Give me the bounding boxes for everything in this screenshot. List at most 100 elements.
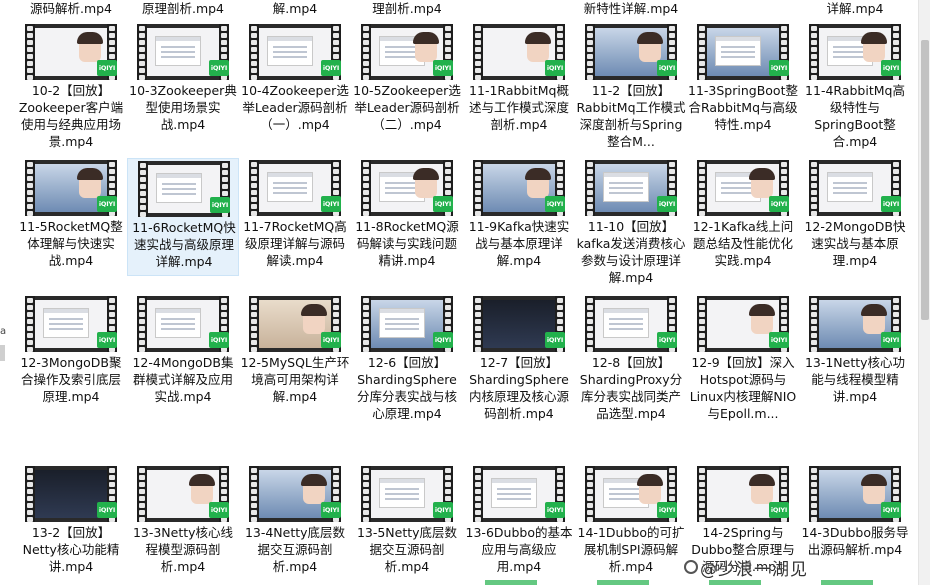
video-file-item[interactable]: iQIYI 11-1RabbitMq概述与工作模式深度剖析.mp4 [463, 22, 575, 140]
video-file-name: 11-1RabbitMq概述与工作模式深度剖析.mp4 [468, 83, 569, 132]
screen-capture-window [156, 173, 202, 203]
film-sprocket [361, 24, 371, 80]
video-thumbnail: iQIYI [25, 466, 117, 522]
previous-file-label[interactable]: 源码解析.mp4 [15, 0, 127, 17]
video-file-item[interactable]: iQIYI 12-4MongoDB集群模式详解及应用实战.mp4 [127, 294, 239, 412]
video-file-item[interactable]: iQIYI 13-3Netty核心线程模型源码剖析.mp4 [127, 464, 239, 582]
video-thumbnail: iQIYI [473, 466, 565, 522]
presenter-avatar [861, 474, 887, 504]
previous-file-label[interactable]: 新特性详解.mp4 [575, 0, 687, 17]
video-file-item[interactable]: iQIYI 12-3MongoDB聚合操作及索引底层原理.mp4 [15, 294, 127, 412]
video-file-item[interactable]: iQIYI 13-5Netty底层数据交互源码剖析.mp4 [351, 464, 463, 582]
video-file-name: 13-1Netty核心功能与线程模型精讲.mp4 [804, 355, 906, 404]
video-file-name: 11-5RocketMQ整体理解与快速实战.mp4 [19, 219, 123, 268]
previous-row-labels: 源码解析.mp4 原理剖析.mp4 解.mp4 理剖析.mp4 新特性详解.mp4 详解.… [0, 0, 918, 16]
video-file-item[interactable]: iQIYI 14-1Dubbo的可扩展机制SPI源码解析.mp4 [575, 464, 687, 582]
iqiyi-badge-icon: iQIYI [97, 502, 117, 518]
video-file-name: 10-3Zookeeper典型使用场景实战.mp4 [129, 83, 237, 132]
iqiyi-badge-icon: iQIYI [545, 60, 565, 76]
video-file-item[interactable]: iQIYI 12-2MongoDB快速实战与基本原理.mp4 [799, 158, 911, 276]
video-file-item[interactable]: iQIYI 10-5Zookeeper选举Leader源码剖析（二）.mp4 [351, 22, 463, 140]
presenter-avatar [413, 32, 439, 62]
video-thumbnail: iQIYI [809, 296, 901, 352]
video-file-item[interactable]: iQIYI 11-10【回放】kafka发送消费核心参数与设计原理详解.mp4 [575, 158, 687, 285]
video-thumbnail: iQIYI [585, 466, 677, 522]
video-file-item[interactable]: iQIYI 11-2【回放】RabbitMq工作模式深度剖析与Spring整合M.… [575, 22, 687, 149]
video-file-item[interactable]: iQIYI 12-6【回放】ShardingSphere分库分表实战与核心原理.m… [351, 294, 463, 421]
iqiyi-badge-icon: iQIYI [881, 502, 901, 518]
film-sprocket [585, 466, 595, 522]
scrollbar-thumb[interactable] [921, 40, 929, 320]
video-file-item[interactable]: iQIYI 11-9Kafka快速实战与基本原理详解.mp4 [463, 158, 575, 276]
video-file-item[interactable]: iQIYI 14-3Dubbo服务导出源码解析.mp4 [799, 464, 911, 582]
video-thumbnail: iQIYI [249, 466, 341, 522]
left-pane-tick [0, 345, 5, 361]
video-file-name: 11-4RabbitMq高级特性与SpringBoot整合.mp4 [805, 83, 905, 149]
previous-file-label[interactable]: 理剖析.mp4 [351, 0, 463, 17]
iqiyi-badge-icon: iQIYI [321, 332, 341, 348]
screen-capture-window [379, 308, 425, 338]
video-file-item[interactable]: iQIYI 11-3SpringBoot整合RabbitMq与高级特性.mp4 [687, 22, 799, 140]
film-sprocket [25, 466, 35, 522]
video-file-item[interactable]: iQIYI 12-1Kafka线上问题总结及性能优化实践.mp4 [687, 158, 799, 276]
screen-capture-window [43, 308, 89, 338]
film-sprocket [25, 296, 35, 352]
video-file-item[interactable]: iQIYI 13-2【回放】Netty核心功能精讲.mp4 [15, 464, 127, 582]
next-row-thumbnail-edge [485, 580, 537, 585]
iqiyi-badge-icon: iQIYI [769, 60, 789, 76]
presenter-avatar [77, 32, 103, 62]
video-file-item[interactable]: iQIYI 10-4Zookeeper选举Leader源码剖析（一）.mp4 [239, 22, 351, 140]
film-sprocket [473, 296, 483, 352]
iqiyi-badge-icon: iQIYI [209, 60, 229, 76]
film-sprocket [809, 296, 819, 352]
video-file-item[interactable]: iQIYI 13-1Netty核心功能与线程模型精讲.mp4 [799, 294, 911, 412]
video-file-name: 12-7【回放】ShardingSphere内核原理及核心源码剖析.mp4 [468, 355, 569, 421]
video-thumbnail: iQIYI [473, 24, 565, 80]
video-file-name: 13-4Netty底层数据交互源码剖析.mp4 [244, 525, 346, 574]
video-thumbnail: iQIYI [585, 160, 677, 216]
video-file-item[interactable]: iQIYI 12-9【回放】深入Hotspot源码与Linux内核理解NIO与Ep… [687, 294, 799, 421]
previous-file-label[interactable]: 解.mp4 [239, 0, 351, 17]
iqiyi-badge-icon: iQIYI [769, 196, 789, 212]
film-sprocket [25, 160, 35, 216]
video-file-item[interactable]: iQIYI 13-6Dubbo的基本应用与高级应用.mp4 [463, 464, 575, 582]
video-file-item[interactable]: iQIYI 11-6RocketMQ快速实战与高级原理详解.mp4 [127, 158, 239, 276]
video-file-item[interactable]: iQIYI 12-8【回放】ShardingProxy分库分表实战同类产品选型.m… [575, 294, 687, 421]
video-thumbnail: iQIYI [809, 466, 901, 522]
video-thumbnail: iQIYI [697, 24, 789, 80]
video-thumbnail: iQIYI [361, 24, 453, 80]
video-file-item[interactable]: iQIYI 13-4Netty底层数据交互源码剖析.mp4 [239, 464, 351, 582]
video-thumbnail: iQIYI [137, 296, 229, 352]
iqiyi-badge-icon: iQIYI [433, 60, 453, 76]
video-file-item[interactable]: iQIYI 10-2【回放】Zookeeper客户端使用与经典应用场景.mp4 [15, 22, 127, 149]
presenter-avatar [301, 474, 327, 504]
iqiyi-badge-icon: iQIYI [433, 196, 453, 212]
film-sprocket [473, 160, 483, 216]
film-sprocket [585, 296, 595, 352]
presenter-avatar [861, 32, 887, 62]
film-sprocket [249, 24, 259, 80]
presenter-avatar [749, 304, 775, 334]
video-file-item[interactable]: iQIYI 11-7RocketMQ高级原理详解与源码解读.mp4 [239, 158, 351, 276]
next-row-thumbnail-edge [597, 580, 649, 585]
video-file-item[interactable]: iQIYI 12-7【回放】ShardingSphere内核原理及核心源码剖析.m… [463, 294, 575, 421]
video-file-name: 11-9Kafka快速实战与基本原理详解.mp4 [468, 219, 570, 268]
video-file-item[interactable]: iQIYI 11-5RocketMQ整体理解与快速实战.mp4 [15, 158, 127, 276]
video-file-item[interactable]: iQIYI 10-3Zookeeper典型使用场景实战.mp4 [127, 22, 239, 140]
video-file-item[interactable]: iQIYI 11-4RabbitMq高级特性与SpringBoot整合.mp4 [799, 22, 911, 149]
video-file-name: 11-3SpringBoot整合RabbitMq与高级特性.mp4 [688, 83, 798, 132]
previous-file-label[interactable]: 详解.mp4 [799, 0, 911, 17]
iqiyi-badge-icon: iQIYI [433, 332, 453, 348]
next-row-thumbnail-edge [821, 580, 873, 585]
video-thumbnail: iQIYI [25, 160, 117, 216]
video-thumbnail: iQIYI [361, 296, 453, 352]
video-file-name: 11-10【回放】kafka发送消费核心参数与设计原理详解.mp4 [576, 219, 686, 285]
presenter-avatar [749, 474, 775, 504]
video-file-item[interactable]: iQIYI 12-5MySQL生产环境高可用架构详解.mp4 [239, 294, 351, 412]
video-file-item[interactable]: iQIYI 11-8RocketMQ源码解读与实践问题精讲.mp4 [351, 158, 463, 276]
vertical-scrollbar[interactable] [918, 0, 930, 585]
screen-capture-window [379, 478, 425, 508]
previous-file-label[interactable]: 原理剖析.mp4 [127, 0, 239, 17]
film-sprocket [697, 296, 707, 352]
iqiyi-badge-icon: iQIYI [657, 60, 677, 76]
